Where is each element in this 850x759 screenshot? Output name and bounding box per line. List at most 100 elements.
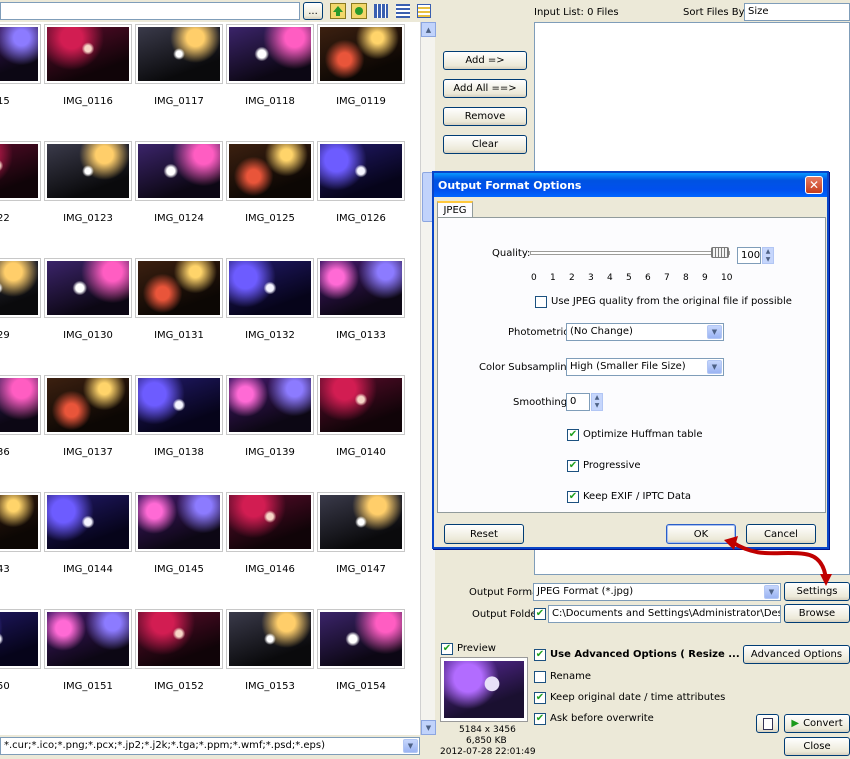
preview-size: 6,850 KB bbox=[466, 736, 507, 746]
thumbnail-item[interactable]: 0136 bbox=[0, 375, 44, 465]
sort-files-select[interactable]: Size bbox=[744, 3, 850, 21]
thumbnail-item[interactable]: 0129 bbox=[0, 258, 44, 348]
thumbnail-item[interactable]: IMG_0133 bbox=[317, 258, 408, 348]
thumbnail-item[interactable]: IMG_0131 bbox=[135, 258, 226, 348]
thumbnail-item[interactable]: IMG_0154 bbox=[317, 609, 408, 699]
thumbnail-item[interactable]: IMG_0147 bbox=[317, 492, 408, 582]
thumbnail-item[interactable]: IMG_0146 bbox=[226, 492, 317, 582]
thumbnail-item[interactable]: IMG_0139 bbox=[226, 375, 317, 465]
thumbnail-item[interactable]: IMG_0126 bbox=[317, 141, 408, 231]
close-button[interactable]: Close bbox=[784, 737, 850, 756]
convert-button[interactable]: ▶ Convert bbox=[784, 714, 850, 733]
subsampling-select[interactable]: High (Smaller File Size) ▼ bbox=[566, 358, 724, 376]
thumbnail-label: IMG_0145 bbox=[154, 564, 204, 575]
details-view-icon[interactable] bbox=[417, 4, 431, 18]
thumbnail-item[interactable]: IMG_0124 bbox=[135, 141, 226, 231]
quality-tick-label: 6 bbox=[645, 273, 651, 283]
rename-label: Rename bbox=[550, 671, 592, 682]
progressive-checkbox[interactable]: ✔ bbox=[567, 460, 579, 472]
output-folder-input[interactable]: C:\Documents and Settings\Administrator\… bbox=[548, 605, 781, 623]
thumbnail-item[interactable]: IMG_0119 bbox=[317, 24, 408, 114]
ask-overwrite-checkbox[interactable]: ✔ bbox=[534, 713, 546, 725]
chevron-down-icon[interactable]: ▼ bbox=[707, 325, 722, 339]
output-folder-checkbox[interactable]: ✔ bbox=[534, 608, 546, 620]
thumbnail-item[interactable]: IMG_0117 bbox=[135, 24, 226, 114]
close-icon[interactable]: ✕ bbox=[805, 176, 823, 194]
file-filter-value: *.cur;*.ico;*.png;*.pcx;*.jp2;*.j2k;*.tg… bbox=[4, 740, 326, 751]
path-browse-button[interactable]: ... bbox=[303, 2, 323, 20]
preview-label: Preview bbox=[457, 643, 496, 654]
keep-date-checkbox[interactable]: ✔ bbox=[534, 692, 546, 704]
thumbnail-image bbox=[317, 609, 405, 669]
thumbnail-item[interactable]: IMG_0123 bbox=[44, 141, 135, 231]
preview-search-button[interactable] bbox=[756, 714, 779, 733]
photometric-select[interactable]: (No Change) ▼ bbox=[566, 323, 724, 341]
thumbnail-label: IMG_0140 bbox=[336, 447, 386, 458]
quality-input[interactable]: 100 bbox=[737, 247, 761, 264]
reset-button[interactable]: Reset bbox=[444, 524, 524, 544]
quality-spinner[interactable]: ▲ ▼ bbox=[762, 247, 774, 264]
chevron-down-icon[interactable]: ▼ bbox=[403, 739, 418, 753]
thumbnail-item[interactable]: IMG_0151 bbox=[44, 609, 135, 699]
thumbnail-item[interactable]: IMG_0118 bbox=[226, 24, 317, 114]
file-filter-select[interactable]: *.cur;*.ico;*.png;*.pcx;*.jp2;*.j2k;*.tg… bbox=[0, 737, 420, 755]
thumbnail-item[interactable]: 0143 bbox=[0, 492, 44, 582]
thumbnail-view-icon[interactable] bbox=[374, 4, 388, 18]
thumbnail-item[interactable]: IMG_0153 bbox=[226, 609, 317, 699]
path-input[interactable] bbox=[0, 2, 300, 20]
thumbnail-label: IMG_0138 bbox=[154, 447, 204, 458]
thumbnail-item[interactable]: IMG_0145 bbox=[135, 492, 226, 582]
up-folder-icon[interactable] bbox=[330, 3, 346, 19]
thumbnail-item[interactable]: IMG_0132 bbox=[226, 258, 317, 348]
thumbnail-item[interactable]: IMG_0152 bbox=[135, 609, 226, 699]
smoothing-label: Smoothing: bbox=[513, 397, 571, 408]
optimize-huffman-checkbox[interactable]: ✔ bbox=[567, 429, 579, 441]
add-button[interactable]: Add => bbox=[443, 51, 527, 70]
quality-label: Quality: bbox=[492, 248, 531, 259]
thumbnail-item[interactable]: IMG_0144 bbox=[44, 492, 135, 582]
chevron-down-icon[interactable]: ▼ bbox=[707, 360, 722, 374]
smoothing-spinner[interactable]: ▲ ▼ bbox=[591, 393, 603, 411]
new-folder-icon[interactable] bbox=[351, 3, 367, 19]
thumbnail-label: IMG_0125 bbox=[245, 213, 295, 224]
thumbnail-label: 0136 bbox=[0, 447, 10, 458]
keep-exif-checkbox[interactable]: ✔ bbox=[567, 491, 579, 503]
thumbnail-item[interactable]: 0150 bbox=[0, 609, 44, 699]
scroll-up-icon[interactable]: ▲ bbox=[421, 22, 436, 37]
thumbnail-label: IMG_0144 bbox=[63, 564, 113, 575]
thumbnail-image bbox=[44, 141, 132, 201]
quality-tick-label: 0 bbox=[531, 273, 537, 283]
smoothing-input[interactable]: 0 bbox=[566, 393, 590, 411]
thumbnail-item[interactable]: 0115 bbox=[0, 24, 44, 114]
advanced-options-button[interactable]: Advanced Options bbox=[743, 645, 850, 664]
scroll-down-icon[interactable]: ▼ bbox=[421, 720, 436, 735]
keep-exif-label: Keep EXIF / IPTC Data bbox=[583, 491, 692, 502]
quality-slider[interactable] bbox=[530, 251, 730, 255]
thumbnail-item[interactable]: IMG_0138 bbox=[135, 375, 226, 465]
quality-tick-label: 7 bbox=[664, 273, 670, 283]
dialog-title-bar[interactable]: Output Format Options bbox=[434, 173, 827, 197]
list-view-icon[interactable] bbox=[396, 4, 410, 18]
preview-date: 2012-07-28 22:01:49 bbox=[440, 747, 536, 757]
remove-button[interactable]: Remove bbox=[443, 107, 527, 126]
use-original-quality-checkbox[interactable] bbox=[535, 296, 547, 308]
browse-button[interactable]: Browse bbox=[784, 604, 850, 623]
thumbnail-item[interactable]: IMG_0140 bbox=[317, 375, 408, 465]
thumbnail-item[interactable]: IMG_0137 bbox=[44, 375, 135, 465]
thumbnail-item[interactable]: 0122 bbox=[0, 141, 44, 231]
thumbnail-item[interactable]: IMG_0125 bbox=[226, 141, 317, 231]
tab-jpeg[interactable]: JPEG bbox=[437, 201, 473, 218]
thumbnail-label: IMG_0146 bbox=[245, 564, 295, 575]
clear-button[interactable]: Clear bbox=[443, 135, 527, 154]
annotation-arrow bbox=[724, 536, 832, 586]
thumbnail-item[interactable]: IMG_0116 bbox=[44, 24, 135, 114]
thumbnail-image bbox=[0, 141, 41, 201]
thumbnail-item[interactable]: IMG_0130 bbox=[44, 258, 135, 348]
quality-slider-thumb[interactable] bbox=[711, 247, 729, 258]
add-all-button[interactable]: Add All ==> bbox=[443, 79, 527, 98]
advanced-options-checkbox[interactable]: ✔ bbox=[534, 649, 546, 661]
rename-checkbox[interactable] bbox=[534, 671, 546, 683]
preview-checkbox[interactable]: ✔ bbox=[441, 643, 453, 655]
convert-label: Convert bbox=[803, 718, 843, 729]
quality-tick-label: 8 bbox=[683, 273, 689, 283]
